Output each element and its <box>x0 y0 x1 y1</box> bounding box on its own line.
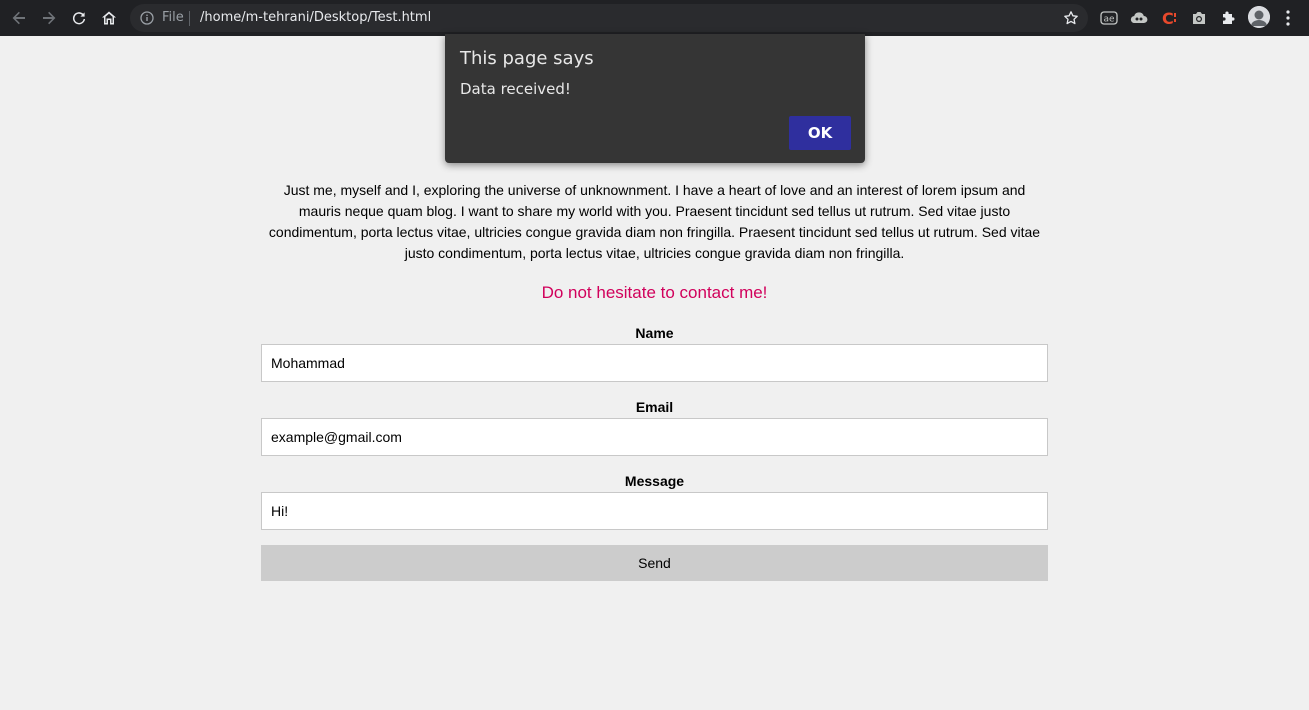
camera-extension-icon[interactable] <box>1189 8 1209 28</box>
svg-text:ae: ae <box>1103 15 1115 25</box>
profile-avatar[interactable] <box>1248 6 1270 28</box>
alert-dialog: This page says Data received! OK <box>445 34 865 163</box>
c-extension-icon[interactable]: C <box>1159 8 1179 28</box>
ok-button[interactable]: OK <box>789 116 851 150</box>
reload-icon[interactable] <box>67 6 91 30</box>
send-button[interactable]: Send <box>261 545 1048 581</box>
omnibox-divider <box>189 11 190 26</box>
email-label: Email <box>635 399 674 415</box>
email-input[interactable] <box>261 418 1048 456</box>
svg-text:C: C <box>1162 9 1174 27</box>
contact-heading: Do not hesitate to contact me! <box>541 283 768 302</box>
url-text[interactable]: /home/m-tehrani/Desktop/Test.html <box>200 10 431 25</box>
address-bar[interactable]: File /home/m-tehrani/Desktop/Test.html <box>130 4 1088 32</box>
translate-extension-icon[interactable]: ae <box>1099 8 1119 28</box>
cloud-extension-icon[interactable] <box>1129 8 1149 28</box>
dialog-message: Data received! <box>460 80 571 98</box>
browser-toolbar: File /home/m-tehrani/Desktop/Test.html a… <box>0 0 1309 36</box>
bio-paragraph: Just me, myself and I, exploring the uni… <box>268 182 1041 261</box>
message-label: Message <box>624 473 685 489</box>
info-icon[interactable] <box>140 11 154 25</box>
message-input[interactable] <box>261 492 1048 530</box>
home-icon[interactable] <box>97 6 121 30</box>
dialog-title: This page says <box>460 48 594 69</box>
bookmark-star-icon[interactable] <box>1063 10 1079 26</box>
extensions-puzzle-icon[interactable] <box>1219 8 1239 28</box>
back-icon[interactable] <box>7 6 31 30</box>
forward-icon[interactable] <box>37 6 61 30</box>
menu-kebab-icon[interactable] <box>1280 8 1296 28</box>
name-label: Name <box>635 325 674 341</box>
name-input[interactable] <box>261 344 1048 382</box>
scheme-label: File <box>162 10 184 25</box>
